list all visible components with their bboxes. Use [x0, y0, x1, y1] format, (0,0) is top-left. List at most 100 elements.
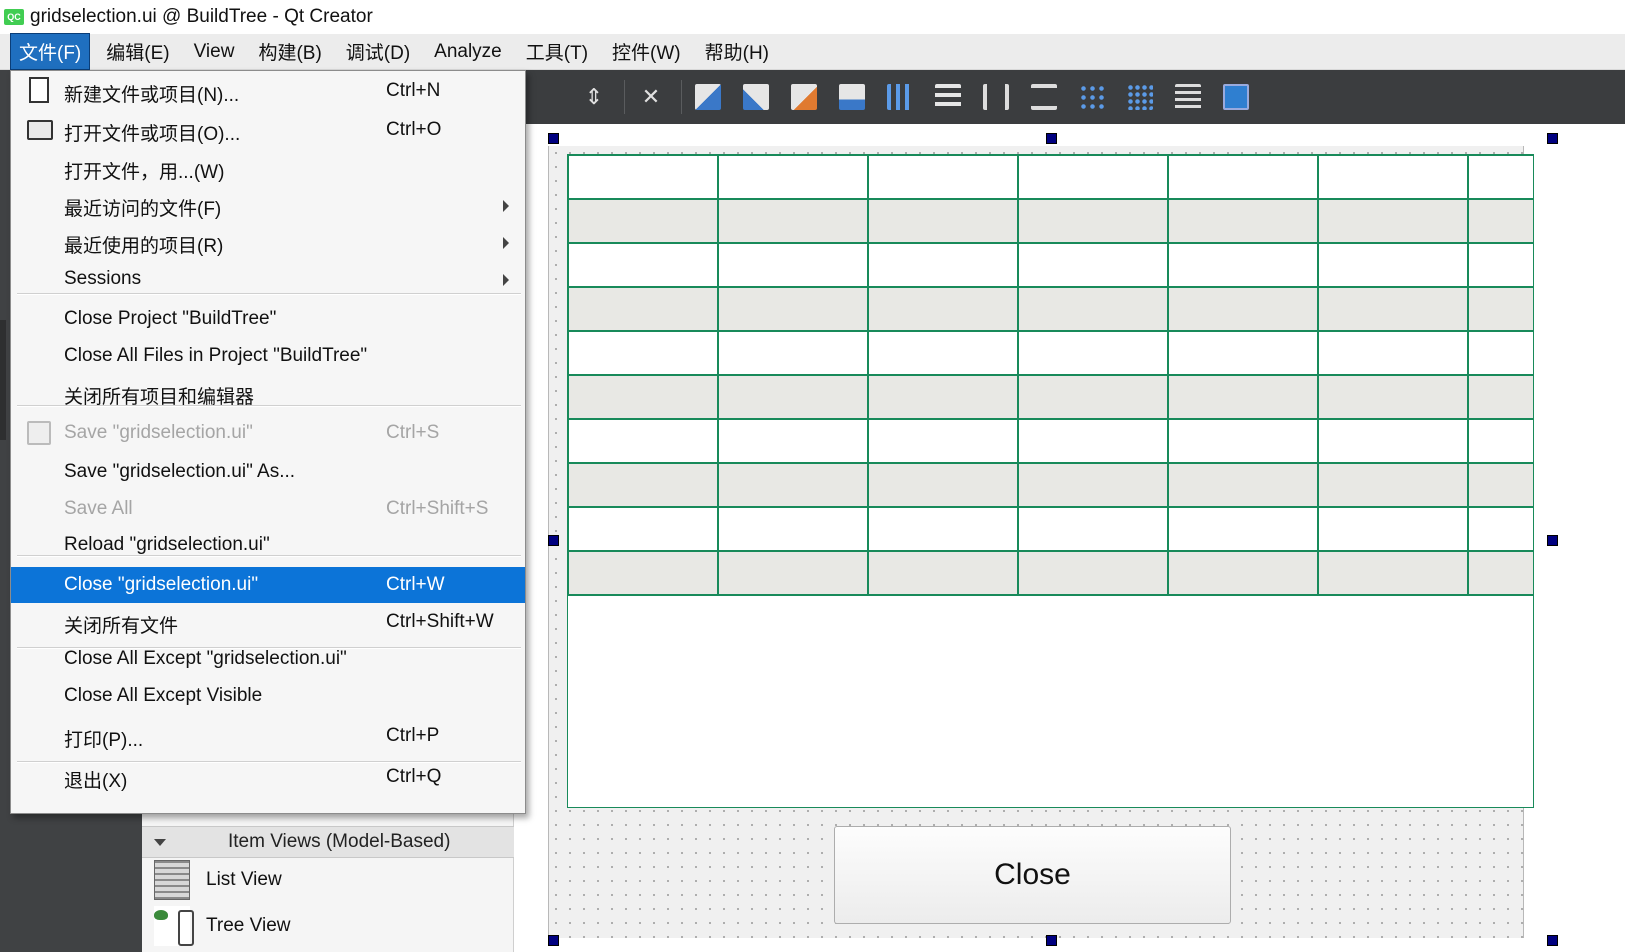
table-cell[interactable] [1467, 374, 1534, 420]
table-cell[interactable] [867, 418, 1019, 464]
table-cell[interactable] [1017, 506, 1169, 552]
edit-signals-icon[interactable] [736, 77, 776, 117]
widget-item-list-view[interactable]: List View [142, 858, 514, 902]
table-cell[interactable] [568, 155, 719, 200]
selection-handle[interactable] [1547, 133, 1558, 144]
table-cell[interactable] [717, 506, 869, 552]
file-menu-item[interactable]: 打印(P)... Ctrl+P [11, 718, 525, 754]
table-cell[interactable] [717, 330, 869, 376]
table-cell[interactable] [1167, 330, 1319, 376]
file-menu-item[interactable]: Sessions [11, 261, 525, 297]
file-menu-item[interactable]: Close Project "BuildTree" [11, 301, 525, 337]
adjust-size-icon[interactable] [1216, 77, 1256, 117]
table-cell[interactable] [1167, 374, 1319, 420]
table-cell[interactable] [1317, 462, 1469, 508]
table-cell[interactable] [1167, 242, 1319, 288]
table-cell[interactable] [568, 286, 719, 332]
table-cell[interactable] [1467, 155, 1534, 200]
file-menu-item[interactable]: Close All Files in Project "BuildTree" [11, 338, 525, 374]
table-cell[interactable] [1467, 198, 1534, 244]
table-cell[interactable] [1017, 418, 1169, 464]
menu-analyze[interactable]: Analyze [426, 37, 510, 67]
menu-edit[interactable]: 编辑(E) [98, 34, 177, 69]
table-cell[interactable] [1017, 550, 1169, 596]
menu-file[interactable]: 文件(F) [10, 33, 91, 70]
table-cell[interactable] [867, 506, 1019, 552]
file-menu-item[interactable]: Close All Except Visible [11, 678, 525, 714]
break-layout-icon[interactable]: ✕ [631, 77, 671, 117]
widget-item-tree-view[interactable]: Tree View [142, 904, 514, 948]
table-cell[interactable] [568, 374, 719, 420]
table-cell[interactable] [717, 242, 869, 288]
table-cell[interactable] [1317, 155, 1469, 200]
table-cell[interactable] [1017, 198, 1169, 244]
table-cell[interactable] [867, 286, 1019, 332]
table-cell[interactable] [717, 374, 869, 420]
selection-handle[interactable] [1046, 935, 1057, 946]
table-cell[interactable] [1467, 418, 1534, 464]
edit-tab-order-icon[interactable] [832, 77, 872, 117]
table-cell[interactable] [1167, 506, 1319, 552]
menu-tools[interactable]: 工具(T) [518, 34, 596, 69]
table-cell[interactable] [1317, 330, 1469, 376]
close-button[interactable]: Close [834, 826, 1231, 924]
table-cell[interactable] [568, 330, 719, 376]
table-cell[interactable] [1317, 242, 1469, 288]
layout-vertical-icon[interactable] [928, 77, 968, 117]
layout-horizontal-icon[interactable] [880, 77, 920, 117]
file-menu-item[interactable]: 关闭所有文件 Ctrl+Shift+W [11, 604, 525, 640]
collapse-arrow-icon[interactable] [154, 838, 166, 846]
table-cell[interactable] [568, 418, 719, 464]
file-menu-item[interactable]: 打开文件或项目(O)... Ctrl+O [11, 112, 525, 148]
table-cell[interactable] [1167, 418, 1319, 464]
table-cell[interactable] [867, 155, 1019, 200]
table-cell[interactable] [568, 462, 719, 508]
selection-handle[interactable] [548, 535, 559, 546]
selection-handle[interactable] [548, 133, 559, 144]
menu-build[interactable]: 构建(B) [250, 34, 329, 69]
table-cell[interactable] [1467, 242, 1534, 288]
file-menu-item[interactable]: 新建文件或项目(N)... Ctrl+N [11, 73, 525, 109]
table-cell[interactable] [717, 198, 869, 244]
menu-help[interactable]: 帮助(H) [697, 34, 777, 69]
table-cell[interactable] [867, 550, 1019, 596]
table-cell[interactable] [1017, 286, 1169, 332]
table-cell[interactable] [1317, 506, 1469, 552]
table-cell[interactable] [717, 286, 869, 332]
table-cell[interactable] [1167, 286, 1319, 332]
layout-form-icon[interactable] [1072, 77, 1112, 117]
break-icon[interactable] [1168, 77, 1208, 117]
table-cell[interactable] [1017, 330, 1169, 376]
file-menu-item[interactable]: 最近访问的文件(F) [11, 187, 525, 223]
table-cell[interactable] [717, 418, 869, 464]
table-cell[interactable] [1167, 550, 1319, 596]
table-cell[interactable] [717, 550, 869, 596]
table-cell[interactable] [1467, 330, 1534, 376]
table-cell[interactable] [1017, 462, 1169, 508]
table-cell[interactable] [1167, 155, 1319, 200]
menu-widgets[interactable]: 控件(W) [604, 34, 689, 69]
edit-buddies-icon[interactable] [784, 77, 824, 117]
table-cell[interactable] [1017, 374, 1169, 420]
table-cell[interactable] [1467, 506, 1534, 552]
table-cell[interactable] [867, 330, 1019, 376]
table-widget[interactable] [567, 154, 1534, 808]
widget-category-item-views[interactable]: Item Views (Model-Based) [142, 826, 514, 858]
table-cell[interactable] [867, 462, 1019, 508]
layout-grid-icon[interactable] [1120, 77, 1160, 117]
file-menu-item[interactable]: Close "gridselection.ui" Ctrl+W [11, 567, 525, 603]
splitter-vertical-icon[interactable] [1024, 77, 1064, 117]
file-menu-item[interactable]: Save "gridselection.ui" As... [11, 454, 525, 490]
selection-handle[interactable] [1547, 935, 1558, 946]
table-cell[interactable] [1317, 550, 1469, 596]
table-cell[interactable] [1317, 418, 1469, 464]
table-cell[interactable] [717, 462, 869, 508]
table-cell[interactable] [1467, 462, 1534, 508]
file-menu-item[interactable]: 最近使用的项目(R) [11, 224, 525, 260]
table-cell[interactable] [867, 374, 1019, 420]
selection-handle[interactable] [1547, 535, 1558, 546]
table-cell[interactable] [568, 242, 719, 288]
table-cell[interactable] [1467, 286, 1534, 332]
table-cell[interactable] [1017, 242, 1169, 288]
table-cell[interactable] [1017, 155, 1169, 200]
